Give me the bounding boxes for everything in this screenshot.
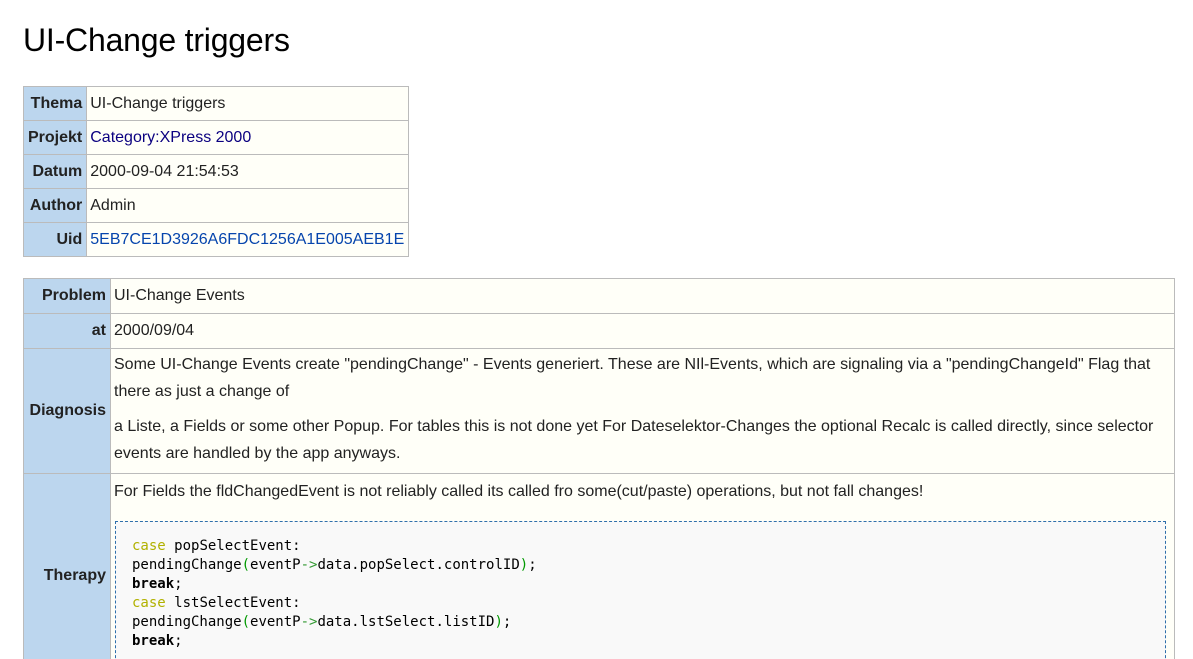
thema-label: Thema (22, 86, 88, 121)
page: UI-Change triggers Thema UI-Change trigg… (0, 0, 1193, 659)
code-pointer-name: eventP (250, 614, 301, 630)
projekt-label: Projekt (22, 120, 88, 155)
code-colon: : (292, 595, 301, 611)
projekt-link[interactable]: Category:XPress 2000 (90, 129, 251, 146)
code-pointer-name: eventP (250, 557, 301, 573)
projekt-cell: Category:XPress 2000 (86, 120, 410, 155)
code-keyword-break: break (132, 576, 175, 592)
code-event-name: popSelectEvent (174, 538, 293, 554)
code-arrow: -> (300, 557, 318, 573)
problem-value: UI-Change Events (110, 278, 1175, 314)
code-event-name: lstSelectEvent (174, 595, 293, 611)
diagnosis-label: Diagnosis (23, 348, 111, 474)
uid-label: Uid (22, 222, 88, 257)
code-paren-close: ) (519, 557, 529, 573)
meta-row-thema: Thema UI-Change triggers (22, 86, 410, 121)
code-line: pendingChange(eventP->data.popSelect.con… (132, 556, 1149, 575)
diagnosis-paragraph-2: a Liste, a Fields or some other Popup. F… (114, 418, 1154, 462)
code-semicolon: ; (528, 557, 537, 573)
diagnosis-paragraph-1: Some UI-Change Events create "pendingCha… (114, 356, 1151, 400)
code-colon: : (292, 538, 301, 554)
therapy-label: Therapy (23, 473, 111, 659)
datum-label: Datum (22, 154, 88, 189)
code-line: break; (132, 575, 1149, 594)
code-member: data.popSelect.controlID (317, 557, 520, 573)
code-function-name: pendingChange (132, 614, 242, 630)
code-paren-open: ( (241, 557, 251, 573)
author-label: Author (22, 188, 88, 223)
detail-row-diagnosis: Diagnosis Some UI-Change Events create "… (23, 348, 1175, 474)
code-semicolon: ; (502, 614, 512, 630)
problem-label: Problem (23, 278, 111, 314)
meta-table: Thema UI-Change triggers Projekt Categor… (22, 86, 410, 257)
meta-row-uid: Uid 5EB7CE1D3926A6FDC1256A1E005AEB1E (22, 222, 410, 257)
at-label: at (23, 313, 111, 349)
therapy-cell: For Fields the fldChangedEvent is not re… (110, 473, 1175, 659)
code-line: case popSelectEvent: (132, 537, 1149, 556)
page-title: UI-Change triggers (23, 22, 290, 58)
code-keyword-case: case (132, 538, 166, 554)
meta-row-projekt: Projekt Category:XPress 2000 (22, 120, 410, 155)
datum-value: 2000-09-04 21:54:53 (86, 154, 410, 189)
detail-row-therapy: Therapy For Fields the fldChangedEvent i… (23, 473, 1175, 659)
code-paren-open: ( (241, 614, 251, 630)
detail-table: Problem UI-Change Events at 2000/09/04 D… (23, 278, 1175, 659)
code-semicolon: ; (174, 633, 183, 649)
code-line: break; (132, 632, 1149, 651)
code-block: case popSelectEvent: pendingChange(event… (115, 521, 1166, 659)
therapy-paragraph: For Fields the fldChangedEvent is not re… (114, 483, 924, 500)
code-member: data.lstSelect.listID (317, 614, 495, 630)
diagnosis-cell: Some UI-Change Events create "pendingCha… (110, 348, 1175, 474)
meta-row-datum: Datum 2000-09-04 21:54:53 (22, 154, 410, 189)
uid-cell: 5EB7CE1D3926A6FDC1256A1E005AEB1E (86, 222, 410, 257)
thema-value: UI-Change triggers (86, 86, 410, 121)
code-paren-close: ) (494, 614, 503, 630)
code-arrow: -> (300, 614, 318, 630)
at-value: 2000/09/04 (110, 313, 1175, 349)
uid-link[interactable]: 5EB7CE1D3926A6FDC1256A1E005AEB1E (90, 231, 404, 248)
code-line: case lstSelectEvent: (132, 594, 1149, 613)
code-line: pendingChange(eventP->data.lstSelect.lis… (132, 613, 1149, 632)
code-function-name: pendingChange (132, 557, 242, 573)
code-keyword-case: case (132, 595, 166, 611)
detail-row-at: at 2000/09/04 (23, 313, 1175, 349)
code-semicolon: ; (174, 576, 183, 592)
meta-row-author: Author Admin (22, 188, 410, 223)
author-value: Admin (86, 188, 410, 223)
code-keyword-break: break (132, 633, 175, 649)
detail-row-problem: Problem UI-Change Events (23, 278, 1175, 314)
